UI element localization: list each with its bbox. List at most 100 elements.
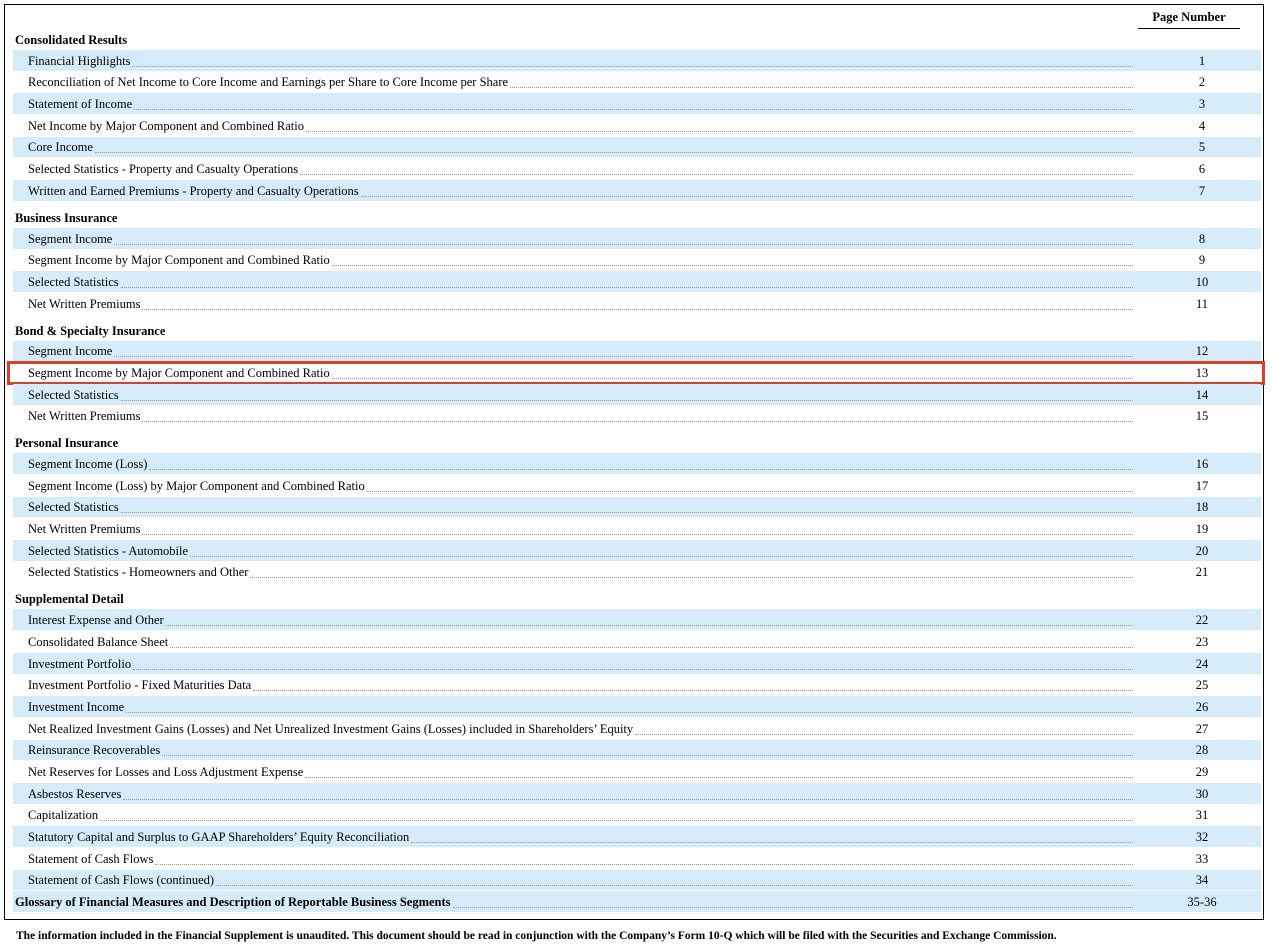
page-number: 15 (1195, 409, 1209, 424)
dot-leader (411, 842, 1133, 843)
dot-leader (367, 490, 1133, 492)
row-background (13, 433, 1261, 452)
dot-leader (305, 776, 1133, 778)
toc-entry[interactable]: Reconciliation of Net Income to Core Inc… (13, 71, 1261, 93)
dot-leader (114, 356, 1133, 358)
toc-entry[interactable]: Segment Income (Loss) by Major Component… (13, 474, 1261, 496)
page-number: 34 (1195, 873, 1209, 888)
toc-entry-label: Interest Expense and Other (28, 613, 164, 628)
dot-leader (121, 286, 1133, 288)
toc-entry[interactable]: Consolidated Balance Sheet 23 (13, 630, 1261, 652)
section-title: Business Insurance (15, 210, 118, 225)
toc-entry[interactable]: Asbestos Reserves 30 (13, 782, 1261, 804)
dot-leader (149, 469, 1133, 470)
toc-entry-label: Segment Income (28, 344, 113, 359)
page-number: 29 (1195, 764, 1209, 779)
row-background (13, 696, 1261, 717)
footnote: The information included in the Financia… (16, 930, 1057, 942)
toc-entry[interactable]: Financial Highlights 1 (13, 49, 1261, 71)
toc-entry-label: Selected Statistics - Homeowners and Oth… (28, 565, 249, 580)
toc-entry[interactable]: Interest Expense and Other 22 (13, 608, 1261, 631)
dot-leader (123, 798, 1133, 800)
toc-entry[interactable]: Segment Income 12 (13, 340, 1261, 362)
toc-entry-label: Reconciliation of Net Income to Core Inc… (28, 75, 509, 90)
row-background (13, 271, 1261, 292)
dot-leader (332, 265, 1133, 267)
toc-entry[interactable]: Core Income 5 (13, 136, 1261, 158)
row-background (13, 518, 1261, 539)
page-number: 16 (1195, 457, 1209, 471)
section-title: Consolidated Results (15, 33, 128, 47)
toc-entry-label: Statement of Cash Flows (continued) (28, 873, 215, 888)
page-number: 28 (1195, 743, 1209, 758)
toc-entry[interactable]: Segment Income by Major Component and Co… (7, 361, 1265, 385)
toc-entry[interactable]: Segment Income (Loss) 16 (13, 452, 1261, 474)
dot-leader (142, 421, 1133, 423)
toc-entry[interactable]: Statement of Cash Flows (continued) 34 (13, 869, 1261, 891)
toc-entry[interactable]: Investment Portfolio 24 (13, 652, 1261, 674)
header-row: Page Number (5, 5, 1263, 29)
toc-entry[interactable]: Net Written Premiums 15 (13, 405, 1261, 427)
toc-entry-label: Net Written Premiums (28, 522, 141, 537)
dot-leader (114, 243, 1133, 245)
toc-entry[interactable]: Selected Statistics - Automobile 20 (13, 539, 1261, 561)
dot-leader (216, 885, 1133, 887)
row-background (13, 540, 1261, 561)
toc-entry[interactable]: Capitalization 31 (13, 804, 1261, 826)
toc-entry-label: Investment Portfolio (28, 656, 132, 671)
toc-entry[interactable]: Statement of Income 3 (13, 92, 1261, 115)
toc-entry[interactable]: Selected Statistics - Homeowners and Oth… (13, 561, 1261, 583)
toc-entry[interactable]: Statutory Capital and Surplus to GAAP Sh… (13, 825, 1261, 847)
toc-entry[interactable]: Selected Statistics 14 (13, 383, 1261, 405)
dot-leader (300, 174, 1133, 176)
dot-leader (162, 755, 1133, 757)
row-background (13, 848, 1261, 869)
section-heading: Consolidated Results (13, 29, 1261, 49)
page-number: 6 (1198, 162, 1206, 177)
dot-leader (250, 577, 1133, 579)
toc-entry-label: Selected Statistics (28, 274, 119, 289)
toc-entry[interactable]: Net Realized Investment Gains (Losses) a… (13, 717, 1261, 739)
toc-entry-label: Financial Highlights (28, 53, 131, 68)
row-background (13, 50, 1261, 71)
toc-entry[interactable]: Statement of Cash Flows 33 (13, 847, 1261, 869)
toc-entry-label: Net Income by Major Component and Combin… (28, 118, 304, 133)
section-heading: Personal Insurance (13, 432, 1261, 452)
row-background (13, 805, 1261, 826)
toc-entry-label: Consolidated Balance Sheet (28, 634, 169, 649)
row-background (13, 406, 1261, 427)
page-number: 22 (1195, 613, 1209, 628)
page-number: 2 (1198, 75, 1206, 90)
glossary-label: Glossary of Financial Measures and Descr… (15, 895, 451, 910)
toc-entry[interactable]: Reinsurance Recoverables 28 (13, 739, 1261, 761)
toc-entry[interactable]: Written and Earned Premiums - Property a… (13, 179, 1261, 201)
page-number: 7 (1198, 183, 1206, 198)
row-background (13, 30, 1261, 49)
toc-entry[interactable]: Net Written Premiums 11 (13, 292, 1261, 314)
toc-entry-label: Selected Statistics - Automobile (28, 543, 189, 558)
toc-entry[interactable]: Net Reserves for Losses and Loss Adjustm… (13, 760, 1261, 782)
toc-entry-glossary[interactable]: Glossary of Financial Measures and Descr… (13, 890, 1261, 913)
section-heading: Business Insurance (13, 207, 1261, 227)
toc-entry[interactable]: Selected Statistics 10 (13, 270, 1261, 292)
dot-leader (635, 733, 1133, 735)
toc-entry[interactable]: Net Written Premiums 19 (13, 517, 1261, 539)
toc-entry[interactable]: Net Income by Major Component and Combin… (13, 114, 1261, 136)
toc-entry[interactable]: Segment Income by Major Component and Co… (13, 249, 1261, 271)
toc-entry[interactable]: Investment Portfolio - Fixed Maturities … (13, 674, 1261, 696)
toc-entry[interactable]: Selected Statistics 18 (13, 496, 1261, 518)
page-number: 5 (1198, 140, 1206, 155)
toc-entry[interactable]: Segment Income 8 (13, 227, 1261, 249)
row-background (13, 293, 1261, 314)
toc-entry-label: Statement of Cash Flows (28, 851, 154, 866)
dot-leader (190, 555, 1133, 557)
toc-entry-label: Investment Income (28, 699, 125, 714)
dot-leader (132, 65, 1133, 67)
toc-entry[interactable]: Investment Income 26 (13, 695, 1261, 717)
dot-leader (133, 668, 1133, 670)
dot-leader (121, 399, 1133, 401)
page-number: 19 (1195, 522, 1209, 537)
toc-entry[interactable]: Selected Statistics - Property and Casua… (13, 157, 1261, 179)
row-background (13, 739, 1261, 761)
page-number: 11 (1195, 296, 1209, 311)
